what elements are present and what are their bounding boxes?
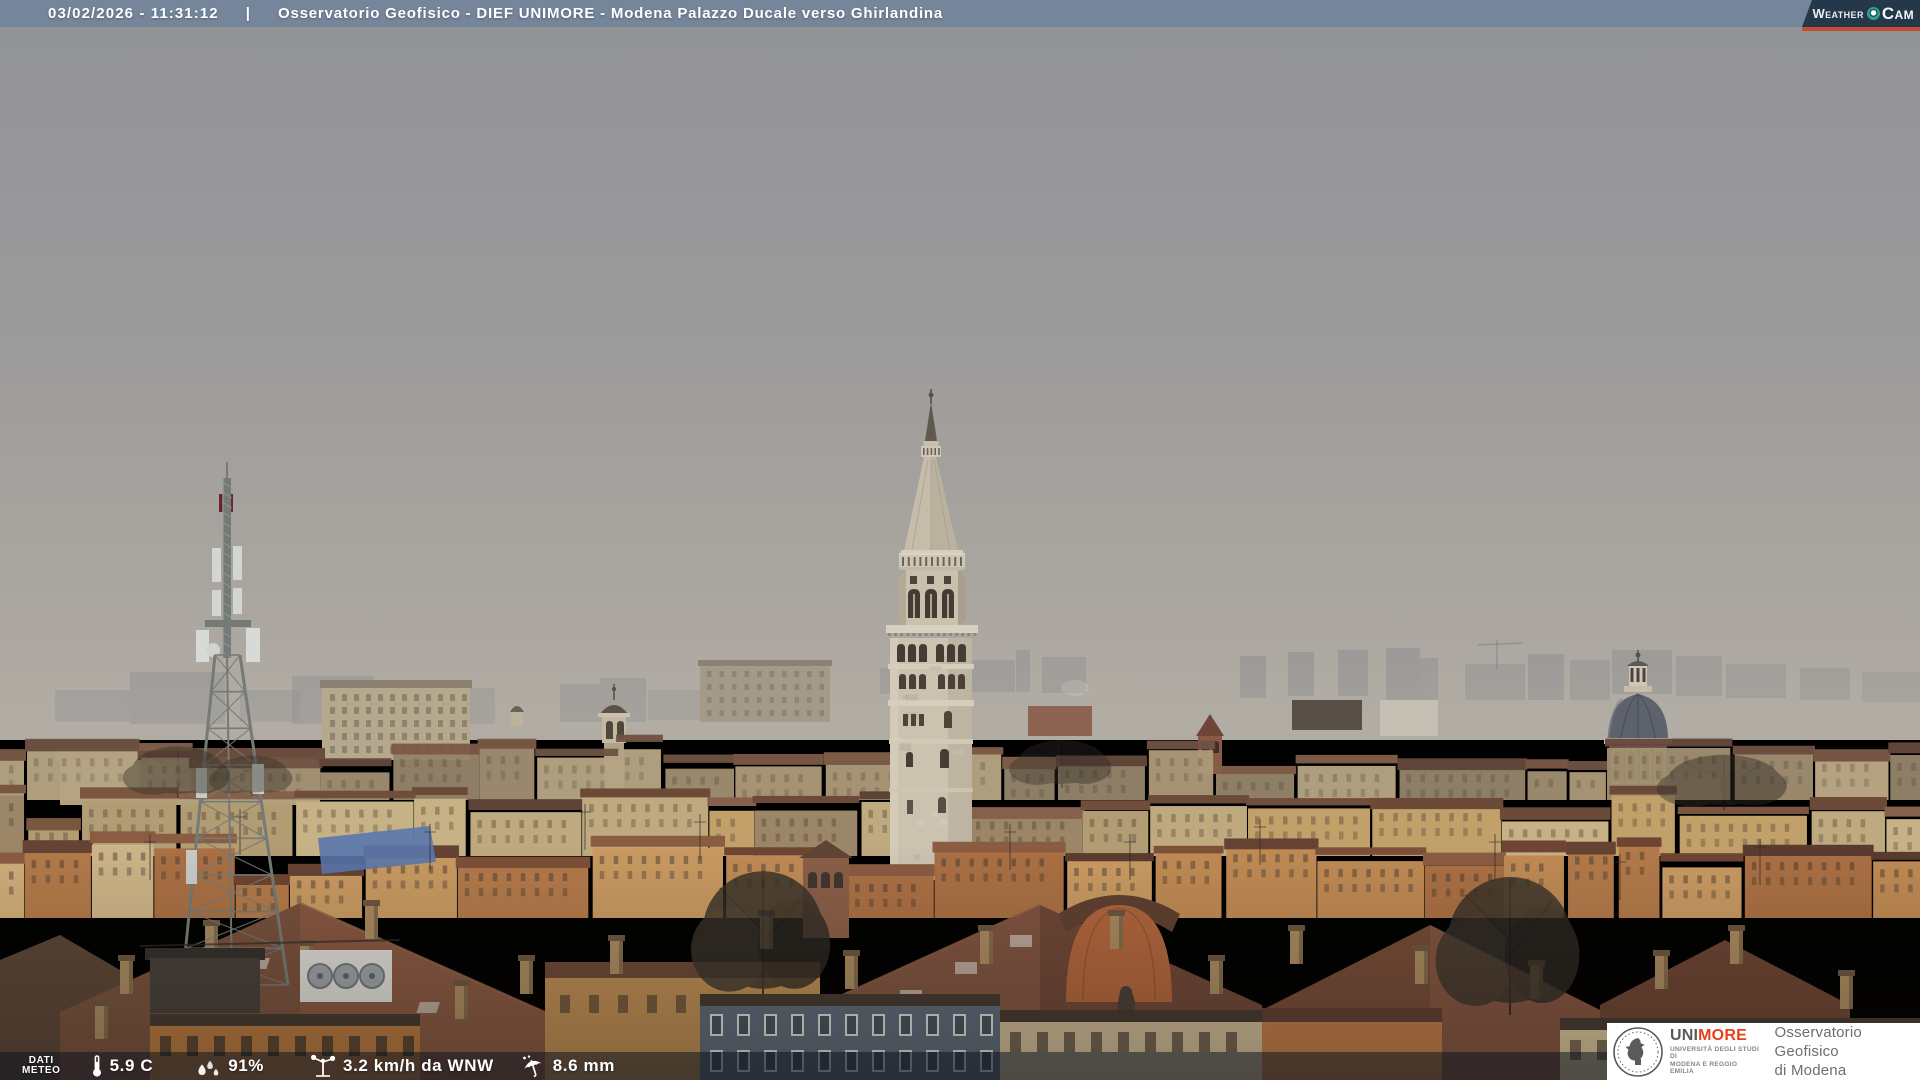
- wind-icon: [311, 1054, 336, 1077]
- camera-lens-icon: [1866, 7, 1880, 20]
- meteo-label: DATI METEO: [22, 1055, 61, 1076]
- humidity-value: 91%: [228, 1056, 265, 1075]
- humidity-icon: [198, 1060, 219, 1076]
- observatory-name: Osservatorio Geofisico di Modena: [1774, 1024, 1862, 1079]
- unimore-logo[interactable]: UNIMORE UNIVERSITÀ DEGLI STUDI DI MODENA …: [1607, 1023, 1920, 1080]
- webcam-image: [0, 0, 1920, 1080]
- brand-uni: UNI: [1670, 1026, 1699, 1044]
- thermometer-icon: [92, 1055, 101, 1077]
- unimore-seal-icon: [1613, 1026, 1663, 1077]
- weathercam-word-weather: Weather: [1812, 6, 1864, 21]
- webcam-viewer: 03/02/2026 - 11:31:12 | Osservatorio Geo…: [0, 0, 1920, 1080]
- brand-more: MORE: [1698, 1026, 1747, 1044]
- temperature-reading: 5.9 C: [91, 1054, 154, 1078]
- rain-icon: [522, 1055, 542, 1078]
- top-bar: 03/02/2026 - 11:31:12 | Osservatorio Geo…: [0, 0, 1920, 27]
- wind-reading: 3.2 km/h da WNW: [310, 1054, 494, 1078]
- weathercam-accent-strip: [1802, 27, 1920, 31]
- humidity-reading: 91%: [195, 1055, 264, 1077]
- temperature-value: 5.9 C: [109, 1056, 154, 1075]
- wind-value: 3.2 km/h da WNW: [343, 1056, 494, 1075]
- page-title: Osservatorio Geofisico - DIEF UNIMORE - …: [278, 5, 944, 22]
- precipitation-reading: 8.6 mm: [520, 1054, 615, 1078]
- unimore-brand: UNIMORE UNIVERSITÀ DEGLI STUDI DI MODENA …: [1670, 1026, 1762, 1076]
- weathercam-word-cam: Cam: [1881, 3, 1914, 23]
- precipitation-value: 8.6 mm: [552, 1056, 615, 1075]
- weathercam-logo[interactable]: Weather Cam: [1802, 0, 1920, 27]
- timestamp: 03/02/2026 - 11:31:12: [48, 5, 219, 22]
- separator: |: [245, 5, 252, 22]
- university-name: UNIVERSITÀ DEGLI STUDI DI MODENA E REGGIO…: [1670, 1045, 1760, 1075]
